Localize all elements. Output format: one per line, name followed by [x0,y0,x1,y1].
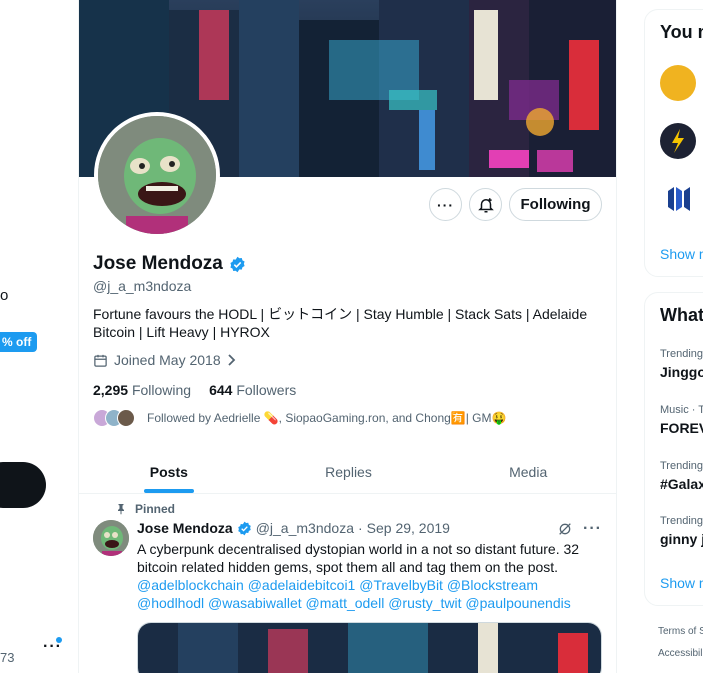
profile-column: ··· Following Jose Mendoza @j_a_m3ndoza … [78,0,617,673]
tweet-mentions-line-1[interactable]: @adelblockchain @adelaidebitcoi1 @Travel… [137,577,538,593]
pinned-indicator: Pinned [115,502,175,516]
nav-partial-label[interactable]: o [0,287,8,304]
tweet-author-name[interactable]: Jose Mendoza [137,520,233,536]
followers-count: 644 [209,382,233,398]
following-link[interactable]: 2,295 Following [93,382,191,398]
footer-accessibility-link[interactable]: Accessibil [658,648,702,659]
ellipsis-icon: ··· [437,196,454,213]
followers-link[interactable]: 644 Followers [209,382,296,398]
pin-icon [118,504,124,515]
following-button[interactable]: Following [509,188,602,221]
trend-name[interactable]: #Galax [660,476,703,492]
followed-by[interactable]: Followed by Aedrielle 💊, SiopaoGaming.ro… [93,409,506,427]
tweet-text: A cyberpunk decentralised dystopian worl… [137,540,597,612]
account-count: 73 [0,650,15,665]
followers-you-know-avatars [93,409,135,427]
trend-meta: Trending [660,348,703,360]
profile-name: Jose Mendoza [93,253,246,275]
tab-posts[interactable]: Posts [79,450,259,493]
following-label: Following [131,382,192,398]
trend-name[interactable]: Jinggoy [660,364,703,380]
tweet-actions-top: ··· [557,520,602,538]
tweet-mentions-line-2[interactable]: @hodlhodl @wasabiwallet @matt_odell @rus… [137,595,571,611]
tweet-header: Jose Mendoza @j_a_m3ndoza · Sep 29, 2019 [137,520,450,536]
trend-meta: Trending [660,460,703,472]
avatar[interactable] [660,65,696,101]
joined-date[interactable]: Joined May 2018 [93,352,237,368]
tab-replies[interactable]: Replies [259,450,439,493]
pinned-tweet[interactable]: Pinned Jose Mendoza @j_a_m3ndoza · Sep 2… [79,494,616,673]
notifications-toggle-button[interactable] [469,188,502,221]
verified-badge-icon [230,256,245,272]
right-sidebar: You m Show m What Trending Jinggoy Music… [644,0,703,673]
show-more-link[interactable]: Show m [660,246,703,262]
who-to-follow-card: You m Show m [644,9,703,277]
profile-avatar[interactable] [94,112,220,238]
footer-terms-link[interactable]: Terms of S [658,626,703,637]
trend-meta: Trending [660,515,703,527]
profile-name-text: Jose Mendoza [93,253,223,274]
post-button[interactable] [0,462,46,508]
ellipsis-icon[interactable]: ··· [583,520,602,538]
tab-media[interactable]: Media [438,450,616,493]
premium-discount-badge[interactable]: % off [0,332,38,352]
card-title: You m [660,22,703,42]
notification-dot [56,637,62,643]
followed-by-text: Followed by Aedrielle 💊, SiopaoGaming.ro… [147,411,507,425]
profile-bio: Fortune favours the HODL | ビットコイン | Stay… [93,306,588,340]
show-more-link[interactable]: Show m [660,575,703,591]
trend-name[interactable]: FOREV [660,420,703,436]
avatar[interactable] [660,123,696,159]
separator-dot: · [357,520,363,536]
avatar[interactable] [660,181,696,217]
tweet-media-image[interactable] [137,622,602,673]
profile-tabs: Posts Replies Media [79,450,616,494]
card-title: What [660,305,703,325]
whats-happening-card: What Trending Jinggoy Music · T FOREV Tr… [644,292,703,606]
left-navigation: o % off 73 ··· [0,0,78,673]
avatar [117,409,135,427]
trend-name[interactable]: ginny ja [660,531,703,547]
verified-badge-icon [237,521,251,535]
tweet-author-handle[interactable]: @j_a_m3ndoza [256,520,354,536]
calendar-icon [94,354,107,367]
bell-plus-icon [477,197,494,212]
tweet-date[interactable]: Sep 29, 2019 [367,520,450,536]
chevron-right-icon [228,354,235,366]
tweet-avatar[interactable] [93,520,129,556]
pinned-label: Pinned [135,502,176,516]
followers-label: Followers [236,382,297,398]
tweet-body: A cyberpunk decentralised dystopian worl… [137,541,580,575]
joined-text: Joined May 2018 [114,352,221,368]
profile-handle: @j_a_m3ndoza [93,278,192,294]
trend-meta: Music · T [660,404,703,416]
grok-icon[interactable] [557,521,573,537]
follow-stats: 2,295 Following 644 Followers [93,382,296,398]
following-count: 2,295 [93,382,129,398]
more-options-button[interactable]: ··· [429,188,462,221]
